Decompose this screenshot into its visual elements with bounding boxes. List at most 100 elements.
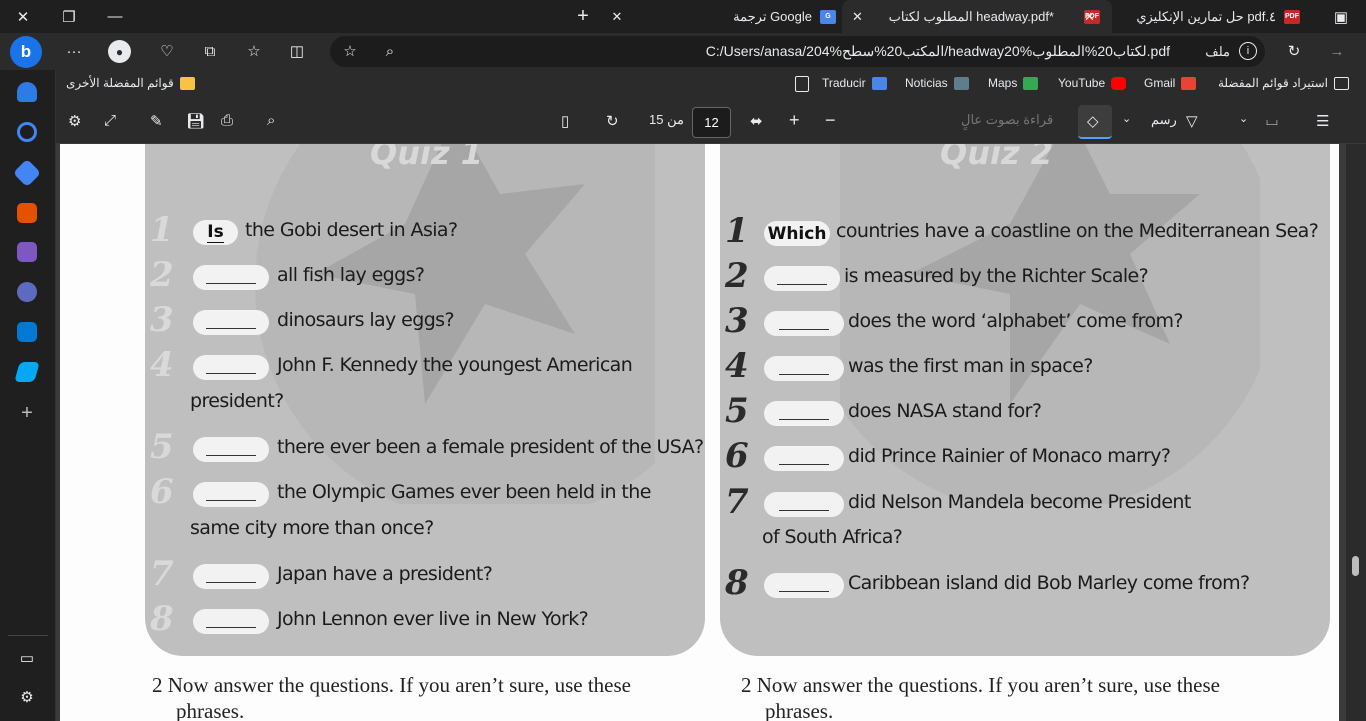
favorite-maps[interactable]: Maps [988,76,1039,90]
pdf-viewer[interactable]: Quiz 1 1 Is the Gobi desert in Asia? 2 a… [56,144,1366,721]
tab-strip: ✕ ❐ — + ✕ ترجمة Google G ✕ المطلوب لكتاب… [0,0,1366,33]
page-number-input[interactable]: 12 [692,107,731,138]
answer-blank[interactable] [193,310,269,335]
favorite-traducir[interactable]: Traducir [822,76,887,90]
answer-blank[interactable]: Is [193,220,238,245]
zoom-out-icon[interactable]: − [825,110,836,131]
answer-blank[interactable] [764,401,844,426]
maps-icon [1023,76,1039,90]
save-icon[interactable]: 💾︎ [186,112,205,130]
vertical-scrollbar[interactable] [1346,144,1366,721]
tab-headway-pdf[interactable]: ✕ المطلوب لكتاب headway.pdf* PDF [842,0,1112,33]
question-text: dinosaurs lay eggs? [277,309,455,331]
question-number: 8 [150,599,174,639]
other-favorites-folder[interactable]: قوائم المفضلة الأخرى [66,76,195,90]
question-text: John F. Kennedy the youngest American [277,354,633,376]
outlook-icon[interactable] [17,322,37,342]
scrollbar-thumb[interactable] [1352,556,1359,576]
answer-blank[interactable] [193,437,269,462]
favorite-star-icon[interactable]: ☆ [340,41,360,61]
question-number: 1 [150,210,174,250]
address-bar[interactable]: ☆ ⌕ C:/Users/anasa/204%المكتب20%سطح/head… [330,36,1265,67]
chevron-down-icon[interactable]: ⌄ [1122,112,1131,125]
favorite-youtube[interactable]: YouTube [1058,76,1127,90]
blank-line [779,408,829,420]
zoom-in-icon[interactable]: + [789,110,800,131]
fullscreen-icon[interactable]: ⤢ [104,112,116,129]
highlight-icon[interactable]: ⌴ [1266,112,1278,129]
find-icon[interactable]: ⌕ [267,112,275,129]
games-icon[interactable] [17,242,37,262]
tab-actions-icon[interactable]: ▣ [1318,0,1364,33]
question-text: does the word ‘alphabet’ come from? [848,310,1183,332]
more-options-icon[interactable]: ··· [64,41,84,61]
forward-icon[interactable]: → [1327,41,1347,61]
answer-blank[interactable] [764,356,844,381]
close-window-button[interactable]: ✕ [0,0,46,33]
add-sidebar-app-icon[interactable]: + [17,402,37,424]
favorite-noticias[interactable]: Noticias [905,76,969,90]
question-number: 8 [725,563,749,603]
sidebar-settings-icon[interactable]: ⚙ [17,687,37,707]
read-aloud-button[interactable]: قراءة بصوت عالٍ [961,112,1053,128]
minimize-window-button[interactable]: — [92,0,138,33]
drop-icon[interactable] [14,362,40,382]
favorites-icon[interactable]: ☆ [244,41,264,61]
pdf-toolbar: ⚙ ⤢ ✎ 💾︎ ⎙ ⌕ ▯ ↻ من 15 12 ⬌ + − قراءة بص… [56,100,1366,144]
import-icon [1334,76,1350,90]
search-icon[interactable] [17,122,37,142]
answer-blank[interactable] [764,573,844,598]
answer-blank[interactable] [193,482,269,507]
answer-blank[interactable] [193,265,269,290]
tab-label: المطلوب لكتاب headway.pdf* [888,8,1054,24]
print-icon[interactable]: ⎙ [221,112,233,129]
answer-blank[interactable] [764,492,844,517]
fit-width-icon[interactable]: ⬌ [750,112,763,130]
refresh-icon[interactable]: ↻ [1284,41,1304,61]
edit-icon[interactable]: ✎ [150,112,163,130]
answer-blank[interactable]: Which [764,221,830,246]
question-number: 5 [150,427,174,467]
instruction-line: 2 Now answer the questions. If you aren’… [741,673,1220,697]
answer-blank[interactable] [764,446,844,471]
rotate-icon[interactable]: ↻ [606,112,619,130]
pdf-settings-icon[interactable]: ⚙ [68,112,81,130]
shopping-icon[interactable] [12,158,42,188]
question-number: 5 [725,391,749,431]
copilot-icon[interactable] [17,282,37,302]
answer-blank[interactable] [764,266,840,291]
favorite-gmail[interactable]: Gmail [1144,76,1197,90]
draw-icon[interactable]: ▽ [1186,112,1198,130]
split-screen-icon[interactable]: ◫ [287,41,307,61]
profile-avatar[interactable]: ● [108,40,131,63]
tab-english-exercises-pdf[interactable]: ✕ حل تمارين الإنكليزي pdf.٤ PDF [1080,0,1312,33]
page-view-icon[interactable]: ▯ [561,112,569,130]
chevron-down-icon[interactable]: ⌄ [1239,112,1248,125]
erase-button[interactable]: ◇ [1078,105,1112,139]
info-icon[interactable]: i [1239,42,1257,60]
favorites-bar: قوائم المفضلة الأخرى Traducir Noticias M… [56,70,1366,100]
draw-label[interactable]: رسم [1151,112,1177,128]
answer-blank[interactable] [193,355,269,380]
contents-icon[interactable]: ☰ [1316,112,1329,130]
search-page-icon[interactable]: ⌕ [380,41,400,61]
other-favorites-label: قوائم المفضلة الأخرى [66,76,174,90]
notifications-icon[interactable] [17,82,37,102]
question-number: 7 [150,554,174,594]
question-number: 6 [150,472,174,512]
tools-icon[interactable] [17,203,37,223]
tab-google-translate[interactable]: ترجمة Google G [720,0,848,33]
tab-close-icon[interactable]: ✕ [594,0,640,33]
favorite-item[interactable] [789,76,809,92]
import-favorites[interactable]: استيراد قوائم المفضلة [1218,76,1350,90]
close-icon[interactable]: ✕ [1084,9,1095,25]
collections-icon[interactable]: ⧉ [200,41,220,61]
answer-blank[interactable] [193,564,269,589]
restore-window-button[interactable]: ❐ [46,0,92,33]
bing-icon[interactable]: b [10,36,42,68]
answer-blank[interactable] [764,311,844,336]
close-icon[interactable]: ✕ [852,9,863,25]
health-icon[interactable]: ♡ [157,41,177,61]
hide-sidebar-icon[interactable]: ▭ [17,648,37,668]
answer-blank[interactable] [193,609,269,634]
